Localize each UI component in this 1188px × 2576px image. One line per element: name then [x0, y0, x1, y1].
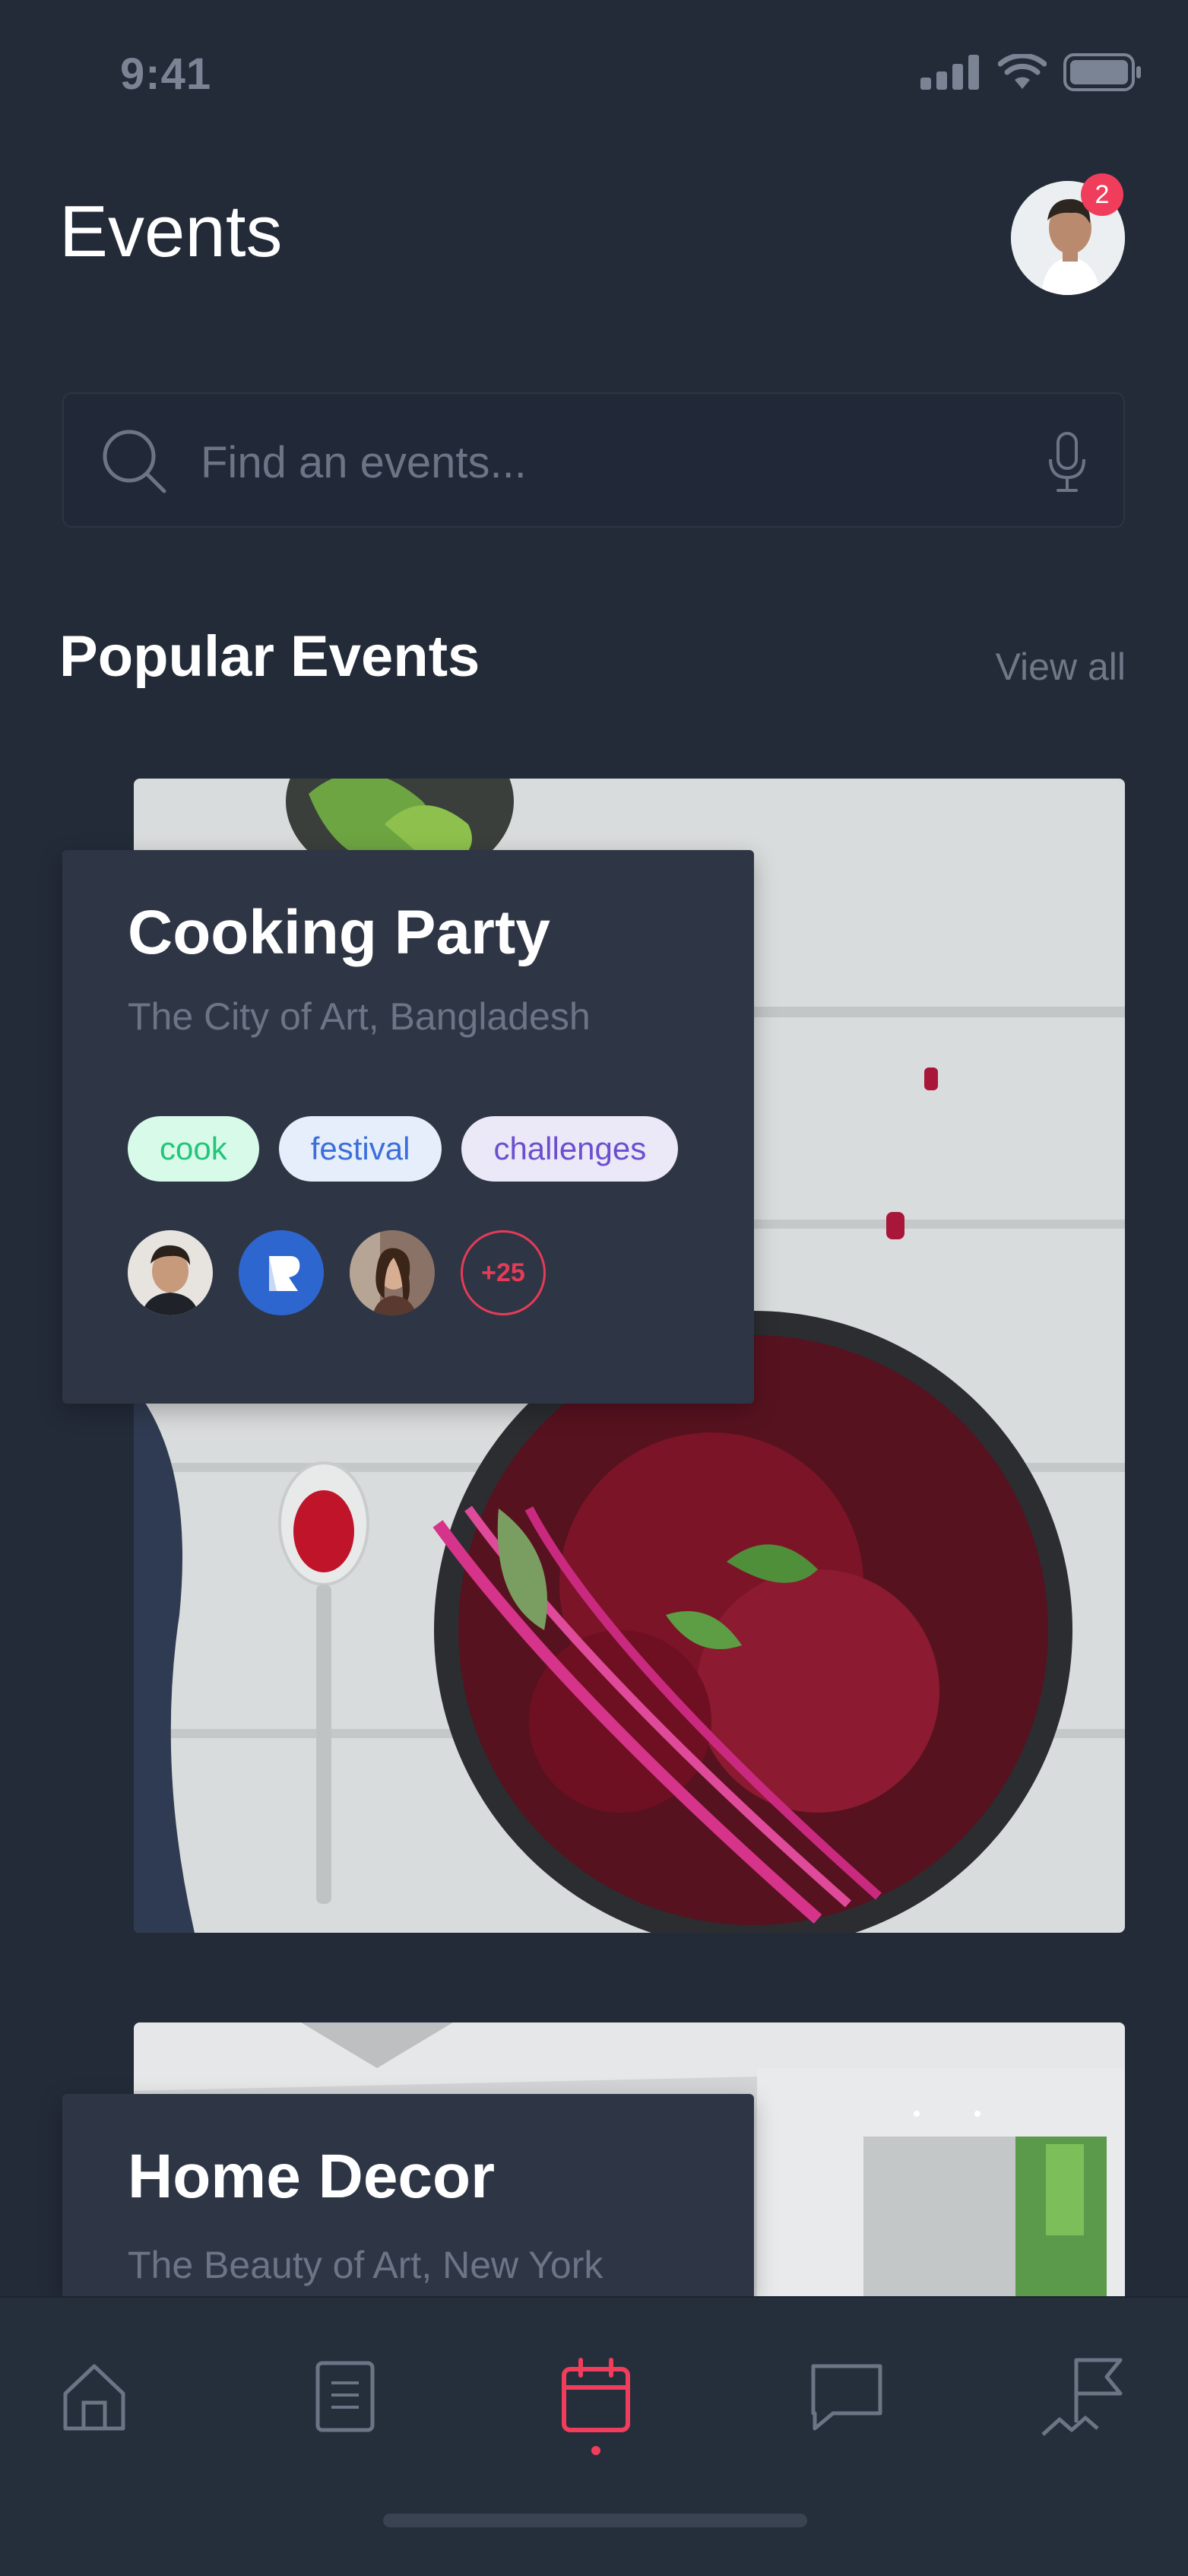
tag-cook[interactable]: cook [128, 1116, 259, 1182]
avatar[interactable] [239, 1230, 324, 1315]
event-title: Cooking Party [128, 898, 550, 967]
search-icon [103, 430, 166, 493]
event-card-home-decor[interactable]: Home Decor The Beauty of Art, New York [62, 2094, 754, 2296]
signal-icon [920, 55, 979, 90]
battery-icon [1063, 53, 1141, 91]
section-title: Popular Events [59, 624, 480, 689]
bottom-nav [0, 2296, 1188, 2576]
nav-messages[interactable] [801, 2349, 892, 2441]
event-location: The Beauty of Art, New York [128, 2244, 604, 2286]
document-icon [315, 2361, 375, 2432]
home-indicator[interactable] [383, 2514, 807, 2527]
event-card-cooking-party[interactable]: Cooking Party The City of Art, Banglades… [62, 850, 754, 1404]
view-all-link[interactable]: View all [996, 645, 1126, 689]
nav-calendar[interactable] [550, 2349, 642, 2441]
home-icon [63, 2364, 125, 2431]
page-title: Events [59, 191, 283, 272]
flag-icon [1041, 2358, 1123, 2436]
more-attendees-count[interactable]: +25 [461, 1230, 546, 1315]
wifi-icon [998, 54, 1047, 89]
status-bar: 9:41 [0, 0, 1188, 144]
tag-challenges[interactable]: challenges [461, 1116, 679, 1182]
chat-icon [811, 2364, 882, 2431]
active-indicator-dot [591, 2446, 600, 2455]
status-icons [920, 53, 1142, 91]
calendar-icon [562, 2358, 630, 2432]
event-location: The City of Art, Bangladesh [128, 995, 591, 1038]
microphone-icon[interactable] [1047, 432, 1087, 493]
avatar[interactable] [350, 1230, 435, 1315]
search-box[interactable] [62, 392, 1125, 528]
event-title: Home Decor [128, 2142, 496, 2211]
tag-festival[interactable]: festival [278, 1116, 442, 1182]
status-time: 9:41 [120, 49, 212, 99]
event-tags: cook festival challenges [128, 1116, 679, 1182]
nav-home[interactable] [49, 2349, 140, 2441]
notification-badge: 2 [1081, 173, 1123, 216]
nav-documents[interactable] [299, 2349, 391, 2441]
avatar[interactable] [128, 1230, 213, 1315]
nav-goals[interactable] [1041, 2349, 1133, 2441]
search-input[interactable] [201, 432, 961, 493]
attendee-list: +25 [128, 1230, 546, 1315]
